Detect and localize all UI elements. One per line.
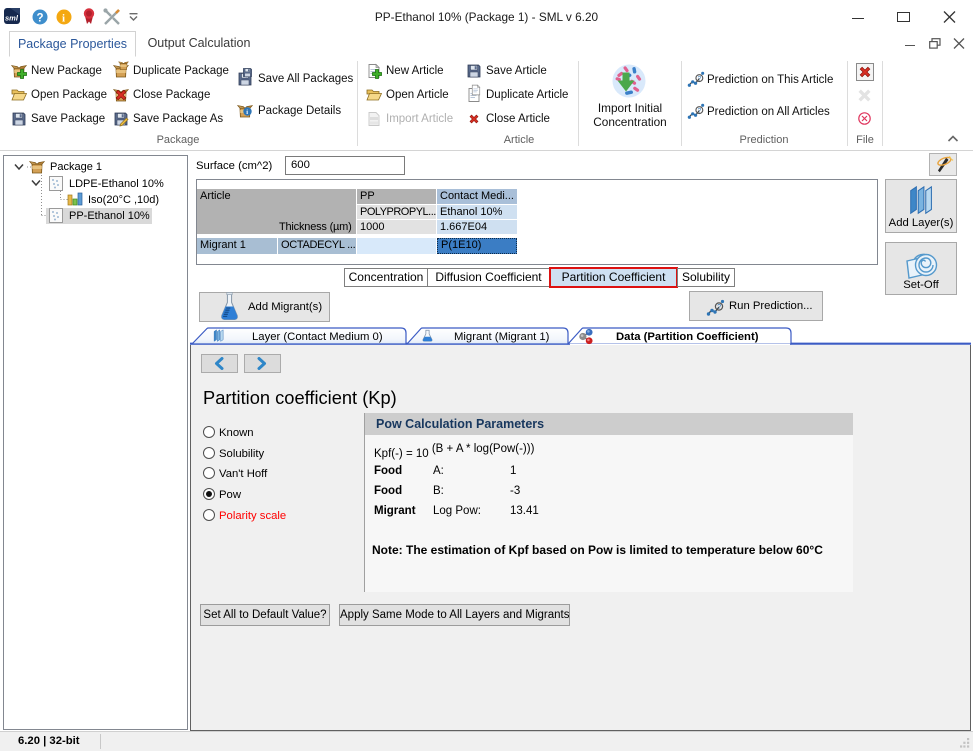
svg-text:i: i [246, 109, 248, 116]
